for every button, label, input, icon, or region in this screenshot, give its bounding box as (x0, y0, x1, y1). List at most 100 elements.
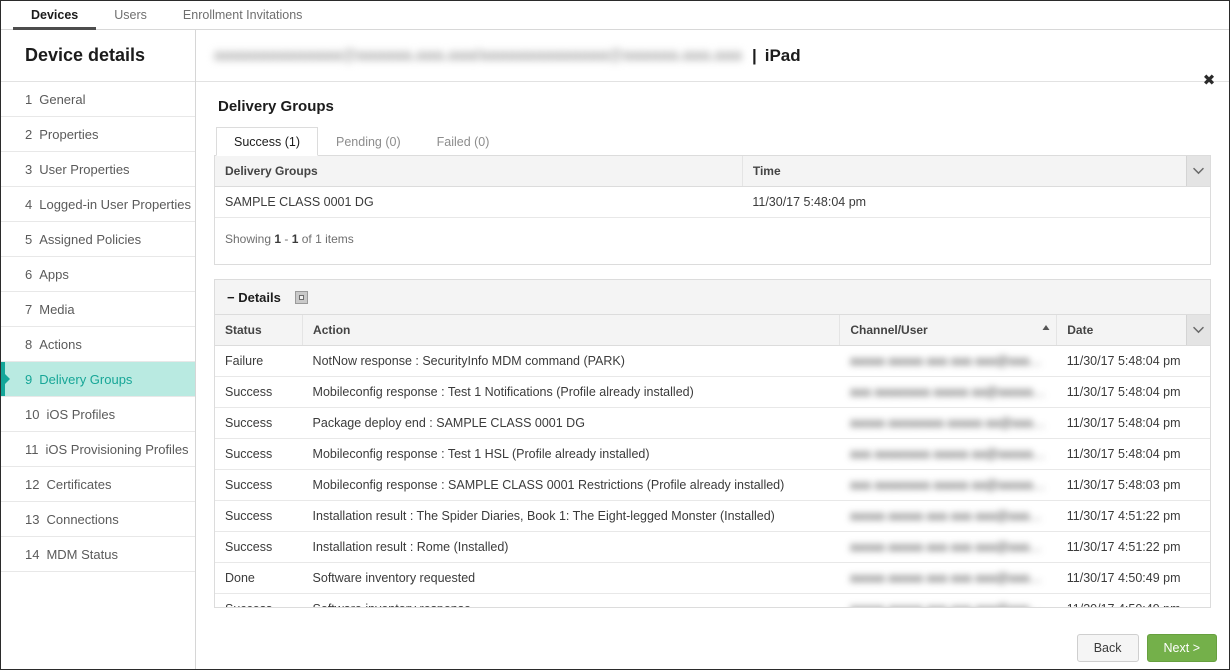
sidebar-item-label: Certificates (46, 476, 112, 492)
sort-ascending-icon (1042, 324, 1050, 335)
sidebar-item-number: 2 (25, 126, 33, 142)
sidebar-item-ios-provisioning-profiles[interactable]: 11 iOS Provisioning Profiles (1, 432, 195, 467)
cell-channel-user: aaa aaaaaaaa aaaaa aa@aaaaaaa.aaa.aaa (839, 469, 1057, 501)
details-panel: − Details Status Action Channel/User Date F… (214, 279, 1211, 608)
table-row[interactable]: SuccessSoftware inventory responseaaaaa … (215, 593, 1210, 607)
close-icon[interactable]: ✖ (1201, 73, 1217, 89)
pagination-summary: Showing 1 - 1 of 1 items (215, 218, 1210, 264)
cell-action: Mobileconfig response : Test 1 Notificat… (302, 376, 840, 408)
sidebar-item-actions[interactable]: 8 Actions (1, 327, 195, 362)
sidebar-item-ios-profiles[interactable]: 10 iOS Profiles (1, 397, 195, 432)
gear-icon[interactable] (294, 290, 308, 304)
sidebar-item-number: 13 (25, 511, 40, 527)
device-type-label: iPad (764, 45, 801, 65)
table-row[interactable]: Success Mobileconfig response : Test 1 No… (215, 376, 1210, 408)
cell-action: Mobileconfig response : Test 1 HSL (Prof… (302, 438, 840, 470)
top-tab-devices[interactable]: Devices (13, 1, 97, 30)
main-panel: aaaaaaaaaaaaaa@aaaaaa.aaa.aaa/aaaaaaaaaa… (196, 30, 1229, 669)
showing-total: 1 (315, 232, 322, 246)
table-header-row: Status Action Channel/User Date (215, 315, 1210, 346)
sidebar-filler (1, 572, 195, 669)
details-collapse-toggle[interactable]: − Details (227, 290, 281, 305)
back-button[interactable]: Back (1076, 634, 1139, 662)
sidebar-item-label: User Properties (39, 161, 130, 177)
table-row[interactable]: Success Installation result : The Spider … (215, 500, 1210, 532)
sidebar-item-label: Properties (39, 126, 99, 142)
status-tab-success-1[interactable]: Success (1) (216, 127, 318, 156)
cell-status: Failure (215, 345, 303, 377)
cell-date: 11/30/17 5:48:04 pm (1056, 376, 1210, 408)
table-header-row: Delivery Groups Time (215, 156, 1210, 187)
status-tab-failed-0[interactable]: Failed (0) (419, 127, 508, 156)
cell-date: 11/30/17 5:48:04 pm (1056, 438, 1210, 470)
column-header-time[interactable]: Time (742, 156, 1210, 187)
top-tab-bar: Devices Users Enrollment Invitations (1, 1, 1229, 30)
sidebar-item-certificates[interactable]: 12 Certificates (1, 467, 195, 502)
sidebar-item-number: 4 (25, 196, 33, 212)
sidebar-item-number: 10 (25, 406, 40, 422)
sidebar-item-apps[interactable]: 6 Apps (1, 257, 195, 292)
cell-date: 11/30/17 4:50:49 pm (1056, 562, 1210, 594)
showing-dash: - (281, 232, 292, 246)
delivery-groups-status-tabs: Success (1) Pending (0) Failed (0) (214, 127, 1211, 156)
chevron-down-icon[interactable] (1186, 156, 1210, 186)
column-header-delivery-groups[interactable]: Delivery Groups (215, 156, 743, 187)
showing-suffix: items (321, 232, 354, 246)
showing-middle: of (298, 232, 316, 246)
sidebar-item-label: Connections (46, 511, 119, 527)
sidebar-item-general[interactable]: 1 General (1, 82, 195, 117)
cell-delivery-group: SAMPLE CLASS 0001 DG (215, 186, 743, 218)
cell-date: 11/30/17 4:51:22 pm (1056, 500, 1210, 532)
sidebar-item-label: iOS Profiles (46, 406, 116, 422)
top-tab-users[interactable]: Users (96, 1, 165, 29)
sidebar-item-label: Actions (39, 336, 82, 352)
cell-date: 11/30/17 5:48:03 pm (1056, 469, 1210, 501)
cell-status: Success (215, 438, 303, 470)
table-row[interactable]: Done Software inventory requested aaaaa aa… (215, 562, 1210, 594)
cell-time: 11/30/17 5:48:04 pm (742, 186, 1210, 218)
next-button[interactable]: Next > (1146, 634, 1217, 662)
main-content: Delivery Groups Success (1) Pending (0) Fa… (196, 82, 1229, 669)
table-row[interactable]: Success Installation result : Rome (Insta… (215, 531, 1210, 563)
sidebar-item-label: iOS Provisioning Profiles (45, 441, 189, 457)
column-header-status[interactable]: Status (215, 315, 304, 346)
cell-status: Success (215, 376, 303, 408)
status-tab-pending-0[interactable]: Pending (0) (318, 127, 419, 156)
cell-action: Package deploy end : SAMPLE CLASS 0001 D… (302, 407, 840, 439)
cell-channel-user: aaa aaaaaaaa aaaaa aa@aaaaaaa.aaa.aaa (839, 438, 1057, 470)
column-header-channel-user[interactable]: Channel/User (839, 315, 1058, 346)
cell-action: Installation result : The Spider Diaries… (302, 500, 840, 532)
sidebar-item-user-properties[interactable]: 3 User Properties (1, 152, 195, 187)
cell-action: Software inventory response (302, 593, 840, 607)
table-body: Failure NotNow response : SecurityInfo MD… (215, 345, 1210, 607)
sidebar-item-delivery-groups[interactable]: 9 Delivery Groups (1, 362, 195, 397)
sidebar-item-label: General (39, 91, 86, 107)
column-header-action[interactable]: Action (302, 315, 841, 346)
sidebar-item-number: 5 (25, 231, 33, 247)
cell-date: 11/30/17 4:50:49 pm (1056, 593, 1210, 607)
table-row[interactable]: Success Mobileconfig response : SAMPLE CL… (215, 469, 1210, 501)
sidebar-item-label: Media (39, 301, 75, 317)
cell-status: Success (215, 593, 303, 607)
sidebar-item-connections[interactable]: 13 Connections (1, 502, 195, 537)
table-row[interactable]: SAMPLE CLASS 0001 DG 11/30/17 5:48:04 pm (215, 186, 1210, 218)
sidebar-item-logged-in-user-properties[interactable]: 4 Logged-in User Properties (1, 187, 195, 222)
sidebar-item-mdm-status[interactable]: 14 MDM Status (1, 537, 195, 572)
cell-status: Success (215, 531, 303, 563)
cell-channel-user: aaaaa aaaaa aaa aaa aaa@aaaaaaa.aaa.aaa (839, 500, 1057, 532)
table-row[interactable]: Success Package deploy end : SAMPLE CLASS… (215, 407, 1210, 439)
sidebar-item-media[interactable]: 7 Media (1, 292, 195, 327)
sidebar-item-label: MDM Status (46, 546, 118, 562)
table-row[interactable]: Success Mobileconfig response : Test 1 HS… (215, 438, 1210, 470)
top-tab-enrollment-invitations[interactable]: Enrollment Invitations (165, 1, 321, 29)
sidebar-item-number: 3 (25, 161, 33, 177)
sidebar-item-number: 1 (25, 91, 33, 107)
page-title: Device details (1, 30, 195, 82)
chevron-down-icon[interactable] (1186, 315, 1210, 345)
table-row[interactable]: Failure NotNow response : SecurityInfo MD… (215, 345, 1210, 377)
sidebar-item-properties[interactable]: 2 Properties (1, 117, 195, 152)
cell-channel-user: aaa aaaaaaaa aaaaa aa@aaaaaaa.aaa.aaa (839, 376, 1057, 408)
sidebar-item-assigned-policies[interactable]: 5 Assigned Policies (1, 222, 195, 257)
column-header-date[interactable]: Date (1056, 315, 1210, 346)
details-table-container[interactable]: Status Action Channel/User Date Failure NotN… (215, 315, 1210, 607)
